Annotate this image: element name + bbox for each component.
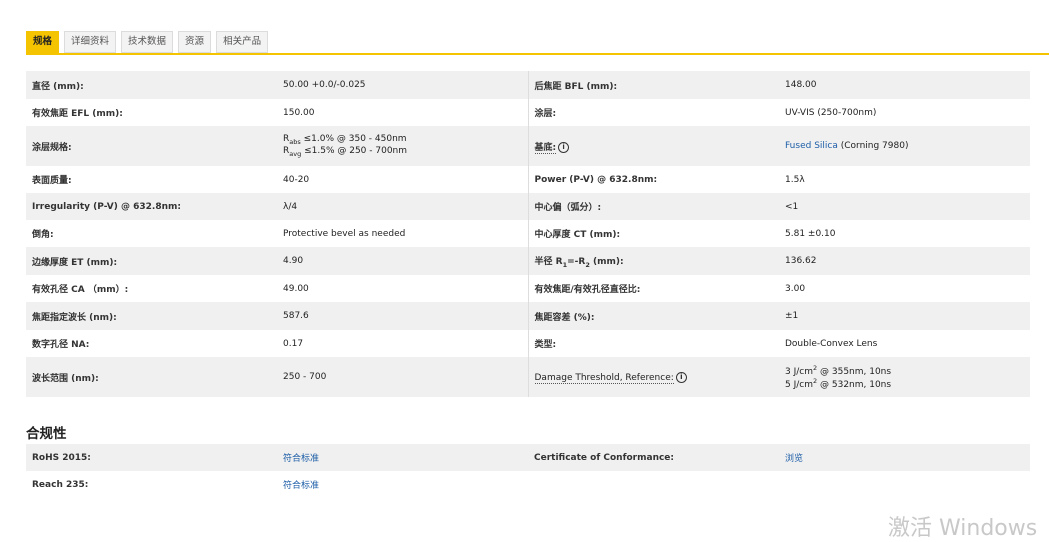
table-row: 波长范围 (nm): 250 - 700 Damage Threshold, R…: [26, 357, 1030, 397]
spec-value: <1: [779, 193, 1030, 220]
damage-threshold-line: 5 J/cm2 @ 532nm, 10ns: [785, 377, 892, 390]
spec-value: 4.90: [277, 247, 529, 275]
spec-label: 表面质量:: [26, 166, 277, 193]
compliance-table: RoHS 2015: 符合标准 Certificate of Conforman…: [26, 444, 1030, 498]
spec-value: 0.17: [277, 330, 529, 357]
spec-value: 50.00 +0.0/-0.025: [277, 71, 529, 99]
tab-bar: 规格 详细资料 技术数据 资源 相关产品: [26, 31, 269, 54]
spec-value: Fused Silica (Corning 7980): [779, 126, 1030, 166]
spec-value: Double-Convex Lens: [779, 330, 1030, 357]
coating-spec-line: Rabs ≤1.0% @ 350 - 450nm: [283, 134, 407, 146]
radius-label: 半径 R1=-R2 (mm):: [528, 247, 779, 275]
table-row: Irregularity (P-V) @ 632.8nm: λ/4 中心偏（弧分…: [26, 193, 1030, 220]
compliance-label: RoHS 2015:: [26, 444, 277, 471]
spec-table: 直径 (mm): 50.00 +0.0/-0.025 后焦距 BFL (mm):…: [26, 71, 1030, 397]
spec-value: 1.5λ: [779, 166, 1030, 193]
tab-details[interactable]: 详细资料: [64, 31, 117, 53]
spec-value: 148.00: [779, 71, 1030, 99]
spec-value: 250 - 700: [277, 357, 529, 397]
table-row: 涂层规格: Rabs ≤1.0% @ 350 - 450nm Ravg ≤1.5…: [26, 126, 1030, 166]
info-icon[interactable]: i: [675, 371, 687, 383]
table-row: 有效孔径 CA （mm）: 49.00 有效焦距/有效孔径直径比: 3.00: [26, 275, 1030, 302]
spec-label: 类型:: [528, 330, 779, 357]
spec-label: 中心厚度 CT (mm):: [528, 220, 779, 247]
spec-label: 波长范围 (nm):: [26, 357, 277, 397]
spec-label: 数字孔径 NA:: [26, 330, 277, 357]
substrate-label: 基底:: [534, 142, 557, 154]
tab-technical-data[interactable]: 技术数据: [121, 31, 174, 53]
tab-specifications[interactable]: 规格: [26, 31, 60, 53]
spec-value: 136.62: [779, 247, 1030, 275]
spec-label: 后焦距 BFL (mm):: [528, 71, 779, 99]
rohs-compliant-link[interactable]: 符合标准: [277, 444, 528, 471]
damage-threshold-line: 3 J/cm2 @ 355nm, 10ns: [785, 364, 892, 377]
spec-value: 40-20: [277, 166, 529, 193]
windows-activation-watermark: 激活 Windows: [888, 516, 1038, 541]
compliance-label: Reach 235:: [32, 479, 89, 490]
spec-label: 有效焦距 EFL (mm):: [26, 99, 277, 126]
table-row: 有效焦距 EFL (mm): 150.00 涂层: UV-VIS (250-70…: [26, 99, 1030, 126]
table-row: 焦距指定波长 (nm): 587.6 焦距容差 (%): ±1: [26, 302, 1030, 330]
spec-label: 涂层规格:: [26, 126, 277, 166]
spec-value: ±1: [779, 302, 1030, 330]
table-row: 表面质量: 40-20 Power (P-V) @ 632.8nm: 1.5λ: [26, 166, 1030, 193]
tab-resources[interactable]: 资源: [178, 31, 212, 53]
compliance-label: [528, 471, 779, 498]
coating-spec-value: Rabs ≤1.0% @ 350 - 450nm Ravg ≤1.5% @ 25…: [277, 126, 529, 166]
tab-related-products[interactable]: 相关产品: [216, 31, 269, 53]
spec-value: Protective bevel as needed: [277, 220, 529, 247]
certificate-view-link[interactable]: 浏览: [779, 444, 1030, 471]
compliance-value: [779, 471, 1030, 498]
table-row: 数字孔径 NA: 0.17 类型: Double-Convex Lens: [26, 330, 1030, 357]
spec-value: λ/4: [277, 193, 529, 220]
spec-label: 有效焦距/有效孔径直径比:: [528, 275, 779, 302]
table-row: 边缘厚度 ET (mm): 4.90 半径 R1=-R2 (mm): 136.6…: [26, 247, 1030, 275]
compliance-label: Certificate of Conformance:: [528, 444, 779, 471]
spec-value: 3.00: [779, 275, 1030, 302]
spec-value: 49.00: [277, 275, 529, 302]
reach-compliant-link[interactable]: 符合标准: [277, 471, 528, 498]
fused-silica-link[interactable]: Fused Silica: [785, 141, 838, 151]
spec-value: 587.6: [277, 302, 529, 330]
spec-label: 焦距容差 (%):: [528, 302, 779, 330]
spec-value: 5.81 ±0.10: [779, 220, 1030, 247]
spec-label: 边缘厚度 ET (mm):: [26, 247, 277, 275]
spec-label: Power (P-V) @ 632.8nm:: [528, 166, 779, 193]
spec-label: 有效孔径 CA （mm）:: [26, 275, 277, 302]
spec-value: UV-VIS (250-700nm): [779, 99, 1030, 126]
damage-threshold-label: Damage Threshold, Reference:: [534, 372, 674, 384]
spec-label: 直径 (mm):: [26, 71, 277, 99]
table-row: 直径 (mm): 50.00 +0.0/-0.025 后焦距 BFL (mm):…: [26, 71, 1030, 99]
spec-label: 中心偏（弧分）:: [528, 193, 779, 220]
spec-label: 基底: i: [528, 126, 779, 166]
tab-underline: [26, 53, 1049, 55]
table-row: RoHS 2015: 符合标准 Certificate of Conforman…: [26, 444, 1030, 471]
damage-threshold-value: 3 J/cm2 @ 355nm, 10ns 5 J/cm2 @ 532nm, 1…: [779, 357, 1030, 397]
info-icon[interactable]: i: [558, 141, 570, 153]
spec-label: 焦距指定波长 (nm):: [26, 302, 277, 330]
spec-label: 倒角:: [26, 220, 277, 247]
table-row: 倒角: Protective bevel as needed 中心厚度 CT (…: [26, 220, 1030, 247]
spec-label: Irregularity (P-V) @ 632.8nm:: [26, 193, 277, 220]
coating-spec-line: Ravg ≤1.5% @ 250 - 700nm: [283, 146, 408, 158]
table-row: Reach 235: 符合标准: [26, 471, 1030, 498]
spec-value: 150.00: [277, 99, 529, 126]
spec-label: Damage Threshold, Reference: i: [528, 357, 779, 397]
spec-label: 涂层:: [528, 99, 779, 126]
compliance-title: 合规性: [26, 426, 67, 442]
